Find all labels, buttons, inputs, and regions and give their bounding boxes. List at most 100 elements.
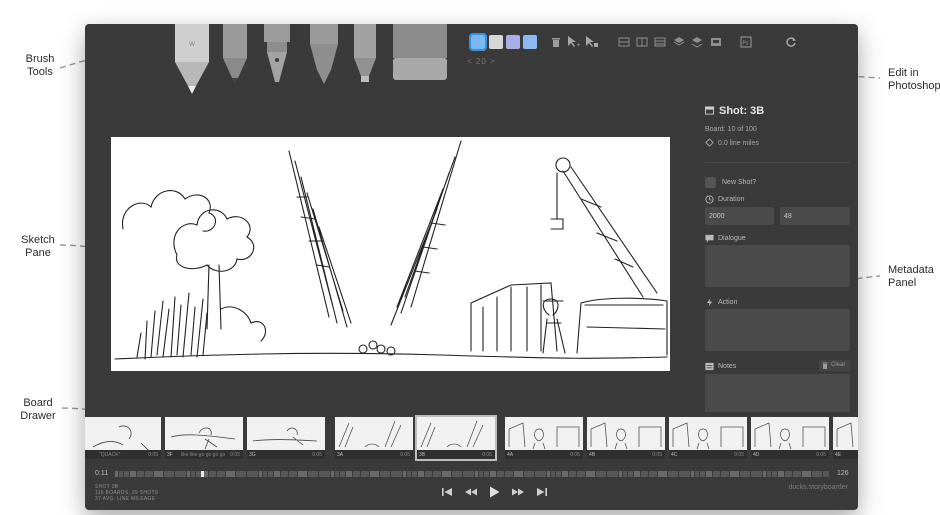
rewind-icon[interactable] [464,485,478,499]
board-thumbnail[interactable]: 3G 0:05 [247,417,325,459]
timeline-segment [115,471,118,477]
clear-button[interactable]: Clear [819,360,850,371]
add-pointer-icon[interactable]: + [567,36,581,48]
board-thumbnail[interactable]: 4E0:05 [833,417,858,459]
layers-icon[interactable] [673,36,685,48]
timeline-segment [524,471,534,477]
trash-icon [822,362,828,369]
pen-brush[interactable] [259,24,295,88]
timeline-segment [187,471,190,477]
callout-edit-photoshop-line2: Photoshop [888,80,940,92]
board-thumbnail[interactable]: 4D 0:05 [751,417,829,459]
svg-text:+: + [577,43,581,48]
marker-brush[interactable] [350,24,380,86]
timeline-segment [649,471,657,477]
pencil-brush[interactable] [219,24,251,86]
trash-icon[interactable] [550,36,562,48]
speech-bubble-icon [705,234,714,243]
timeline-segment [490,471,496,477]
board-duration: 0:05 [734,452,744,458]
timeline-segment [236,471,246,477]
timeline-segment [418,471,424,477]
dialogue-label: Dialogue [718,235,746,242]
timeline-segment [259,471,262,477]
callout-brush-tools: Brush Tools [14,53,66,79]
board-dialogue: like like go go go go [181,452,226,458]
layers-stack-icon[interactable] [691,36,703,48]
timeline-start-label: 0:11 [95,470,109,477]
timeline-segment [551,471,555,477]
timeline-segment [289,471,297,477]
board-number: 4D [753,452,760,458]
board-sketch [754,422,826,450]
timeline-segment [713,471,720,477]
timeline-segment [164,471,174,477]
timeline-scrubber[interactable] [115,471,829,477]
eraser-brush[interactable] [390,24,450,84]
board-thumbnail[interactable]: 3B 0:05 [415,415,497,461]
color-swatch-1[interactable] [469,33,487,51]
timeline-segment [268,471,273,477]
timeline-segment [191,471,195,477]
board-thumbnail[interactable]: 3F like like go go go go 0:05 [165,417,243,459]
timeline-segment [353,471,360,477]
layout-split-icon[interactable] [636,36,648,48]
photoshop-icon[interactable]: Ps [740,36,752,48]
board-number: 3G [249,452,256,458]
layout-rows-icon[interactable] [654,36,666,48]
action-field[interactable] [705,309,850,351]
timeline-segment [623,471,627,477]
color-swatch-4[interactable] [523,35,537,49]
skip-back-icon[interactable] [440,485,454,499]
refresh-icon[interactable] [785,36,797,48]
board-thumbnail[interactable]: 3A 0:05 [335,417,413,459]
dialogue-field[interactable] [705,245,850,287]
timeline-segment [619,471,622,477]
board-thumbnail[interactable]: "QUACK" 0:05 [85,417,161,459]
callout-edit-photoshop: Edit in Photoshop [888,67,940,93]
fast-forward-icon[interactable] [511,485,525,499]
callout-sketch-pane-line1: Sketch [21,234,55,246]
clear-label: Clear [831,362,846,368]
timeline-segment [628,471,633,477]
callout-edit-photoshop-line1: Edit in [888,67,919,79]
timeline-segment [130,471,136,477]
color-swatch-2[interactable] [489,35,503,49]
sketch-pane[interactable] [111,137,670,371]
callout-board-drawer-line1: Board [23,397,53,409]
timeline-playhead[interactable] [201,471,204,477]
light-pencil-brush[interactable]: w [172,24,212,96]
board-sketch [338,420,402,448]
layout-icon[interactable] [618,36,630,48]
duration-frames-field[interactable]: 48 [780,207,850,225]
duration-ms-field[interactable]: 2000 [705,207,774,225]
storyboarder-window: w < 20 > + Ps Shot: 3B Board: 10 of 100 … [85,24,858,510]
brush-size-stepper[interactable]: < 20 > [467,57,496,66]
color-swatch-3[interactable] [506,35,520,49]
notes-field[interactable] [705,374,850,412]
board-duration: 0:05 [816,452,826,458]
ink-brush[interactable] [305,24,343,86]
timeline-segment [556,471,561,477]
duration-label: Duration [718,196,745,203]
skip-forward-icon[interactable] [535,485,549,499]
board-dialogue: "QUACK" [99,452,121,458]
timeline-segment [340,471,345,477]
callout-sketch-pane: Sketch Pane [14,234,62,260]
timeline-segment [505,471,513,477]
play-icon[interactable] [487,485,501,499]
board-duration: 0:05 [230,452,240,458]
board-icon[interactable] [710,36,722,48]
sketch-drawing [114,140,668,360]
timeline-segment [274,471,280,477]
pointer-icon[interactable] [585,36,599,48]
timeline-segment [484,471,489,477]
board-thumbnail[interactable]: 4B 0:05 [587,417,665,459]
timeline-segment [562,471,568,477]
new-shot-checkbox[interactable] [705,177,716,188]
board-thumbnail[interactable]: 4A 0:05 [505,417,583,459]
callout-brush-tools-line1: Brush [25,53,55,65]
timeline-segment [577,471,585,477]
callout-metadata-panel: Metadata Panel [888,264,940,290]
board-thumbnail[interactable]: 4C 0:05 [669,417,747,459]
